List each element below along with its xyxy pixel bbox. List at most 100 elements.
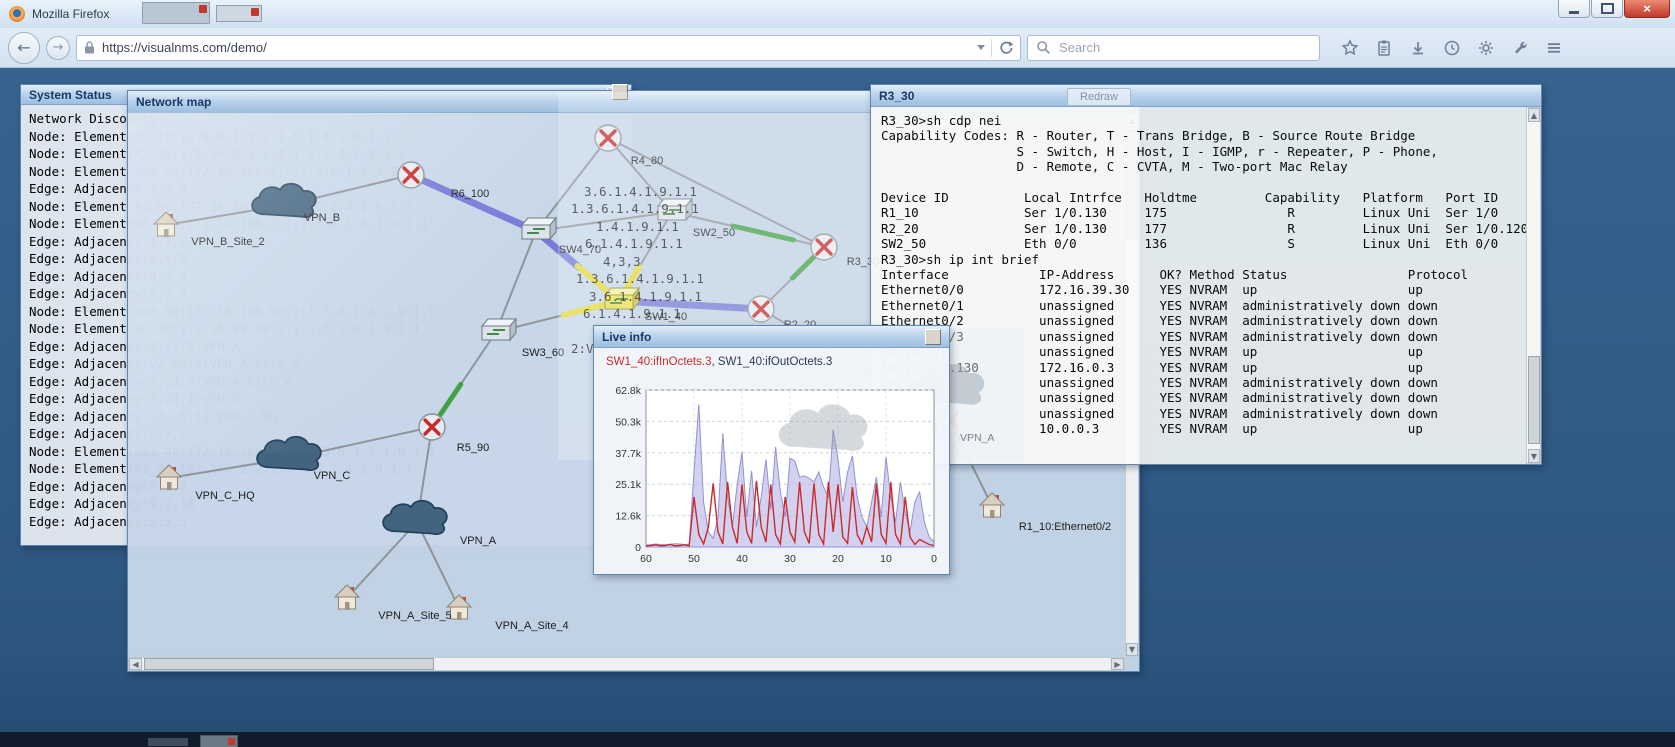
background-close-icon (251, 8, 259, 16)
menu-hamburger-icon[interactable] (1544, 38, 1564, 58)
ghost-text-fragment: 3.6.1.4.1.9.1.1 (584, 184, 697, 199)
y-axis-tick-label: 12.6k (615, 511, 641, 523)
y-axis-tick-label: 50.3k (615, 416, 641, 428)
map-node-label: VPN_B (304, 212, 340, 224)
close-button[interactable]: × (1624, 0, 1670, 18)
ghost-text-fragment: 3.6.1.4.1.9.1.1 (589, 289, 702, 304)
maximize-icon (1600, 3, 1614, 14)
downloads-icon[interactable] (1408, 38, 1428, 58)
r3-vscrollbar[interactable]: ▲ ▼ (1526, 107, 1541, 464)
search-box[interactable] (1027, 34, 1320, 61)
ghost-text-fragment: 6.1.4.1.9.1.1 (583, 306, 681, 321)
y-axis-tick-label: 62.8k (615, 385, 641, 397)
map-edge-segment (413, 174, 534, 232)
traffic-chart: 012.6k25.1k37.7k50.3k62.8k60 50 40 30 20 10 0 (615, 385, 937, 565)
map-edge-VPN_A-VPN_A_Site_5[interactable] (346, 521, 418, 599)
live-info-titlebar[interactable]: Live info (594, 326, 949, 348)
redraw-button[interactable]: Redraw (1067, 88, 1131, 106)
x-axis-tick-label: 50 (688, 553, 700, 565)
search-input[interactable] (1057, 39, 1311, 56)
legend-item: SW1_40:ifOutOctets.3 (717, 356, 833, 368)
live-info-body: SW1_40:ifInOctets.3, SW1_40:ifOutOctets.… (594, 348, 949, 574)
ghost-text-fragment: 1.3.6.1.4.1.9.1.1 (571, 201, 699, 216)
map-node-R2_20[interactable] (747, 295, 775, 323)
map-node-label: VPN_A_Site_5 (378, 610, 451, 622)
minimize-icon (1569, 10, 1579, 14)
toolbar-icons (1340, 38, 1564, 58)
r3-30-console-output[interactable]: R3_30>sh cdp nei Capability Codes: R - R… (881, 113, 1531, 437)
background-window-fragment (216, 5, 262, 22)
live-info-window-button[interactable] (925, 328, 941, 345)
network-map-title: Network map (136, 94, 212, 109)
ghost-text-fragment: 1.3.6.1.4.1.9.1.1 (576, 271, 704, 286)
scroll-right-arrow[interactable]: ▶ (1111, 658, 1124, 670)
map-node-R5_90[interactable] (418, 413, 446, 441)
maximize-button[interactable] (1591, 0, 1623, 18)
r3-vscroll-thumb[interactable] (1528, 356, 1540, 444)
lock-icon (85, 41, 94, 54)
live-info-window: Live info SW1_40:ifInOctets.3, SW1_40:if… (593, 325, 950, 575)
map-node-VPN_A[interactable] (382, 499, 448, 535)
legend-item: SW1_40:ifInOctets.3 (606, 356, 712, 368)
r3-30-titlebar[interactable]: R3_30 Redraw (871, 85, 1541, 107)
y-axis-tick-label: 25.1k (615, 479, 641, 491)
ghost-text-fragment: 4,3,3 (603, 254, 641, 269)
browser-navbar: ← → https://visualnms.com/demo/ (0, 28, 1675, 68)
scroll-up-arrow[interactable]: ▲ (1528, 108, 1540, 122)
ghost-text-fragment: 6.1.4.1.9.1.1 (585, 236, 683, 251)
minimize-button[interactable] (1558, 0, 1590, 18)
map-node-VPN_C[interactable] (256, 435, 322, 471)
live-info-title: Live info (602, 329, 652, 344)
map-hscroll-thumb[interactable] (144, 658, 434, 670)
map-node-R1_10_SITE[interactable] (978, 492, 1006, 518)
window-controls: × (1557, 0, 1670, 18)
x-axis-tick-label: 20 (832, 553, 844, 565)
x-axis-tick-label: 60 (640, 553, 652, 565)
gear-icon[interactable] (1476, 38, 1496, 58)
url-dropdown-icon[interactable] (977, 45, 985, 50)
map-node-label: SW2_50 (693, 227, 735, 239)
r3-30-window: R3_30 Redraw R3_30>sh cdp nei Capability… (870, 84, 1542, 465)
chart-legend: SW1_40:ifInOctets.3, SW1_40:ifOutOctets.… (606, 356, 832, 368)
map-node-label: SW3_60 (522, 347, 564, 359)
system-status-title: System Status (29, 87, 112, 102)
scroll-down-arrow[interactable]: ▼ (1126, 643, 1138, 656)
map-node-SW4_70[interactable] (520, 216, 558, 241)
history-clock-icon[interactable] (1442, 38, 1462, 58)
bookmarks-menu-icon[interactable] (1374, 38, 1394, 58)
background-close-icon (199, 5, 207, 13)
map-hscrollbar[interactable]: ◀ ▶ (128, 657, 1125, 671)
map-node-VPN_B_Site_2[interactable] (152, 211, 180, 237)
x-axis-tick-label: 30 (784, 553, 796, 565)
x-axis-tick-label: 40 (736, 553, 748, 565)
background-window-fragment (200, 735, 238, 747)
map-node-label: R1_10:Ethernet0/2 (1019, 521, 1111, 533)
map-edge-SW4_70-SW3_60[interactable] (495, 230, 537, 333)
x-axis-tick-label: 10 (880, 553, 892, 565)
scroll-down-arrow[interactable]: ▼ (1528, 449, 1540, 463)
y-axis-tick-label: 37.7k (615, 448, 641, 460)
scroll-left-arrow[interactable]: ◀ (129, 658, 142, 670)
r3-30-terminal[interactable]: R3_30>sh cdp nei Capability Codes: R - R… (871, 107, 1541, 464)
url-text[interactable]: https://visualnms.com/demo/ (102, 40, 971, 55)
search-icon (1037, 41, 1050, 54)
map-node-VPN_C_HQ[interactable] (155, 464, 183, 490)
map-node-R3_30[interactable] (810, 233, 838, 261)
wrench-icon[interactable] (1510, 38, 1530, 58)
background-window-fragment (142, 2, 210, 24)
reload-icon[interactable] (998, 40, 1014, 56)
firefox-logo-icon (9, 6, 25, 22)
bookmark-star-icon[interactable] (1340, 38, 1360, 58)
back-button[interactable]: ← (8, 31, 40, 64)
forward-button[interactable]: → (46, 35, 70, 60)
map-node-R4_80[interactable] (594, 124, 622, 152)
map-node-label: VPN_A_Site_4 (495, 620, 568, 632)
map-node-label: R5_90 (457, 442, 489, 454)
map-node-R6_100[interactable] (397, 161, 425, 189)
window-title: Mozilla Firefox (32, 7, 110, 21)
r3-30-title: R3_30 (879, 88, 915, 103)
map-node-SW3_60[interactable] (480, 317, 518, 342)
background-taskbar-strip (0, 732, 1675, 747)
url-bar[interactable]: https://visualnms.com/demo/ (76, 34, 1021, 61)
browser-titlebar[interactable]: Mozilla Firefox × (0, 0, 1675, 29)
